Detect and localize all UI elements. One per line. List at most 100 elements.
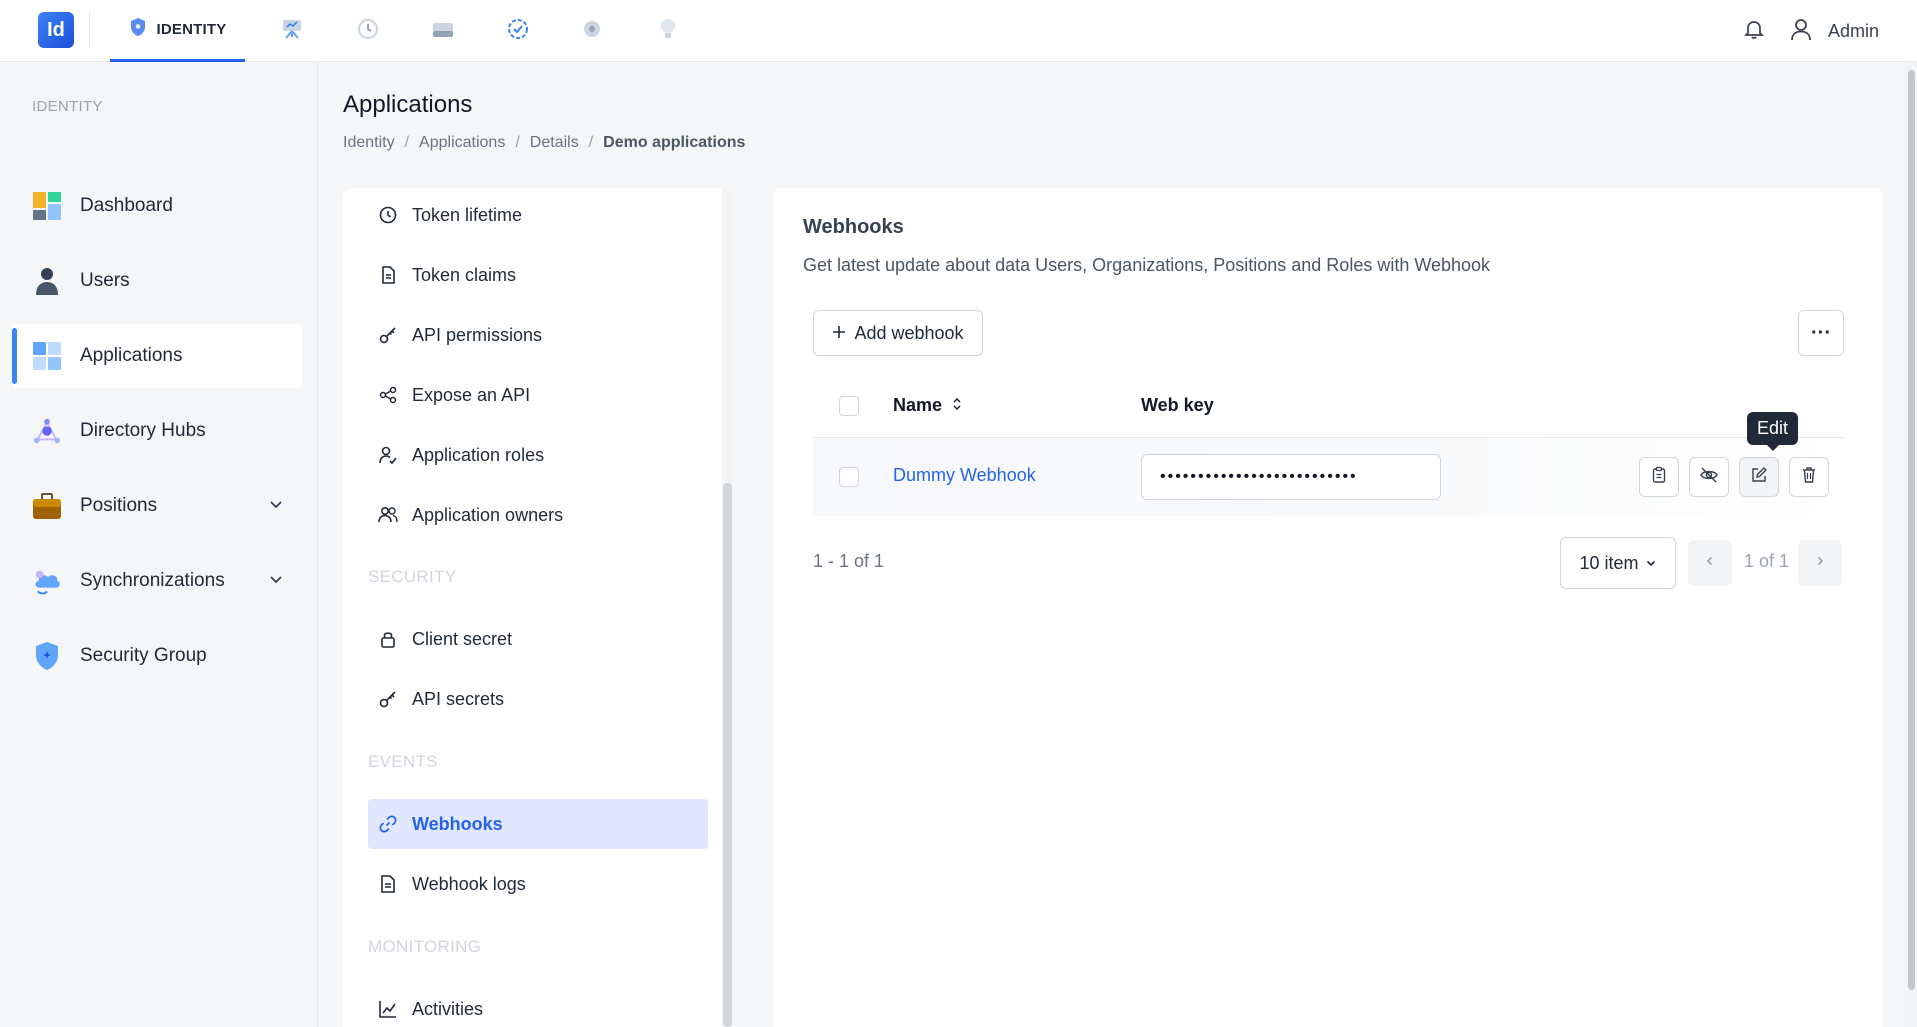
link-icon	[376, 812, 400, 836]
user-menu[interactable]: Admin	[1788, 16, 1879, 47]
eye-off-icon	[1699, 466, 1719, 489]
lock-icon	[376, 627, 400, 651]
menu-item-token-claims[interactable]: Token claims	[368, 250, 708, 300]
file-list-icon	[376, 872, 400, 896]
sidebar-item-synchronizations[interactable]: Synchronizations	[12, 549, 302, 613]
page-size-select[interactable]: 10 item	[1560, 537, 1676, 589]
chevron-down-icon[interactable]	[268, 571, 284, 592]
menu-item-application-roles[interactable]: Application roles	[368, 430, 708, 480]
menu-item-label: API permissions	[412, 324, 543, 345]
delete-button[interactable]	[1789, 457, 1829, 497]
menu-item-label: API secrets	[412, 688, 505, 709]
select-all-checkbox[interactable]	[839, 396, 859, 416]
tab-settings[interactable]	[572, 0, 612, 62]
sidebar-section-title: IDENTITY	[32, 98, 103, 115]
sidebar-item-security-group[interactable]: Security Group	[12, 624, 302, 688]
applications-icon	[32, 341, 62, 371]
menu-item-token-lifetime[interactable]: Token lifetime	[368, 190, 708, 240]
tab-verified[interactable]	[498, 0, 538, 62]
key-icon	[376, 323, 400, 347]
sidebar-item-label: Users	[80, 270, 130, 291]
web-key-field[interactable]: ••••••••••••••••••••••••••	[1141, 454, 1441, 500]
page-scrollbar[interactable]	[1906, 62, 1917, 1027]
gear-icon	[580, 17, 604, 46]
badge-check-icon	[506, 17, 530, 46]
page-scrollbar-thumb[interactable]	[1908, 70, 1915, 990]
sidebar-item-dashboard[interactable]: Dashboard	[12, 174, 302, 238]
menu-item-label: Webhook logs	[412, 873, 526, 894]
menu-item-webhook-logs[interactable]: Webhook logs	[368, 859, 708, 909]
sidebar-item-users[interactable]: Users	[12, 249, 302, 313]
menu-section-monitoring: MONITORING	[368, 937, 482, 956]
sidebar-item-label: Positions	[80, 495, 158, 516]
table-row: Dummy Webhook ••••••••••••••••••••••••••	[813, 438, 1844, 516]
section-title: Webhooks	[803, 216, 904, 238]
menu-scrollbar-thumb[interactable]	[723, 483, 732, 1027]
plus-icon	[832, 323, 846, 344]
history-icon	[356, 17, 380, 46]
sidebar-item-label: Dashboard	[80, 195, 173, 216]
more-options-button[interactable]: ···	[1798, 310, 1844, 356]
cloud-sync-icon	[32, 566, 62, 596]
page-title: Applications	[343, 91, 473, 118]
topbar-right: Admin	[1742, 0, 1879, 62]
tab-identity[interactable]: IDENTITY	[110, 0, 245, 62]
sidebar-item-applications[interactable]: Applications	[12, 324, 302, 388]
next-page-button[interactable]	[1798, 540, 1842, 586]
sidebar-item-directory-hubs[interactable]: Directory Hubs	[12, 399, 302, 463]
breadcrumb-item-details[interactable]: Details	[530, 134, 579, 152]
sidebar-item-label: Directory Hubs	[80, 420, 206, 441]
edit-button[interactable]	[1739, 457, 1779, 497]
menu-item-client-secret[interactable]: Client secret	[368, 614, 708, 664]
tab-storage[interactable]	[423, 0, 463, 62]
sidebar-item-label: Applications	[80, 345, 183, 366]
breadcrumb-separator: /	[588, 134, 594, 151]
sidebar-item-positions[interactable]: Positions	[12, 474, 302, 538]
menu-item-label: Client secret	[412, 628, 513, 649]
user-avatar-icon	[1788, 16, 1814, 47]
previous-page-button[interactable]	[1688, 540, 1732, 586]
column-header-name[interactable]: Name	[893, 395, 962, 416]
breadcrumb-item-current: Demo applications	[603, 134, 746, 151]
tab-ideas[interactable]	[648, 0, 688, 62]
toggle-visibility-button[interactable]	[1689, 457, 1729, 497]
breadcrumb-item-applications[interactable]: Applications	[419, 134, 505, 152]
menu-item-api-secrets[interactable]: API secrets	[368, 674, 708, 724]
chevron-left-icon	[1704, 554, 1716, 572]
chevron-down-icon[interactable]	[268, 496, 284, 517]
column-header-web-key: Web key	[1141, 395, 1214, 416]
briefcase-icon	[32, 491, 62, 521]
app-logo[interactable]: Id	[38, 12, 74, 48]
user-role-icon	[376, 443, 400, 467]
edit-tooltip: Edit	[1747, 412, 1799, 451]
row-checkbox[interactable]	[839, 467, 859, 487]
breadcrumb-item-identity[interactable]: Identity	[343, 134, 395, 152]
menu-item-webhooks[interactable]: Webhooks	[368, 799, 708, 849]
settings-menu-panel: Token lifetime Token claims API permissi…	[343, 188, 733, 1027]
add-webhook-button[interactable]: Add webhook	[813, 310, 983, 356]
table-header: Name Web key	[813, 374, 1844, 438]
sort-icon[interactable]	[952, 395, 962, 416]
webhooks-panel: Webhooks Get latest update about data Us…	[773, 188, 1883, 1027]
tab-history[interactable]	[348, 0, 388, 62]
menu-item-activities[interactable]: Activities	[368, 984, 708, 1027]
clock-icon	[376, 203, 400, 227]
menu-item-expose-api[interactable]: Expose an API	[368, 370, 708, 420]
clipboard-icon	[1651, 466, 1667, 489]
share-icon	[376, 383, 400, 407]
more-icon: ···	[1811, 321, 1831, 344]
chevron-down-icon	[1645, 553, 1657, 574]
menu-section-events: EVENTS	[368, 752, 438, 771]
tab-identity-label: IDENTITY	[156, 21, 227, 38]
tab-presentation[interactable]	[272, 0, 312, 62]
bell-icon[interactable]	[1742, 17, 1766, 46]
menu-item-label: Token lifetime	[412, 204, 523, 225]
webhook-name-link[interactable]: Dummy Webhook	[893, 465, 1036, 486]
dashboard-icon	[32, 191, 62, 221]
menu-item-api-permissions[interactable]: API permissions	[368, 310, 708, 360]
copy-button[interactable]	[1639, 457, 1679, 497]
hub-icon	[32, 416, 62, 446]
sidebar-item-label: Synchronizations	[80, 570, 225, 591]
menu-item-application-owners[interactable]: Application owners	[368, 490, 708, 540]
presentation-icon	[280, 18, 304, 45]
